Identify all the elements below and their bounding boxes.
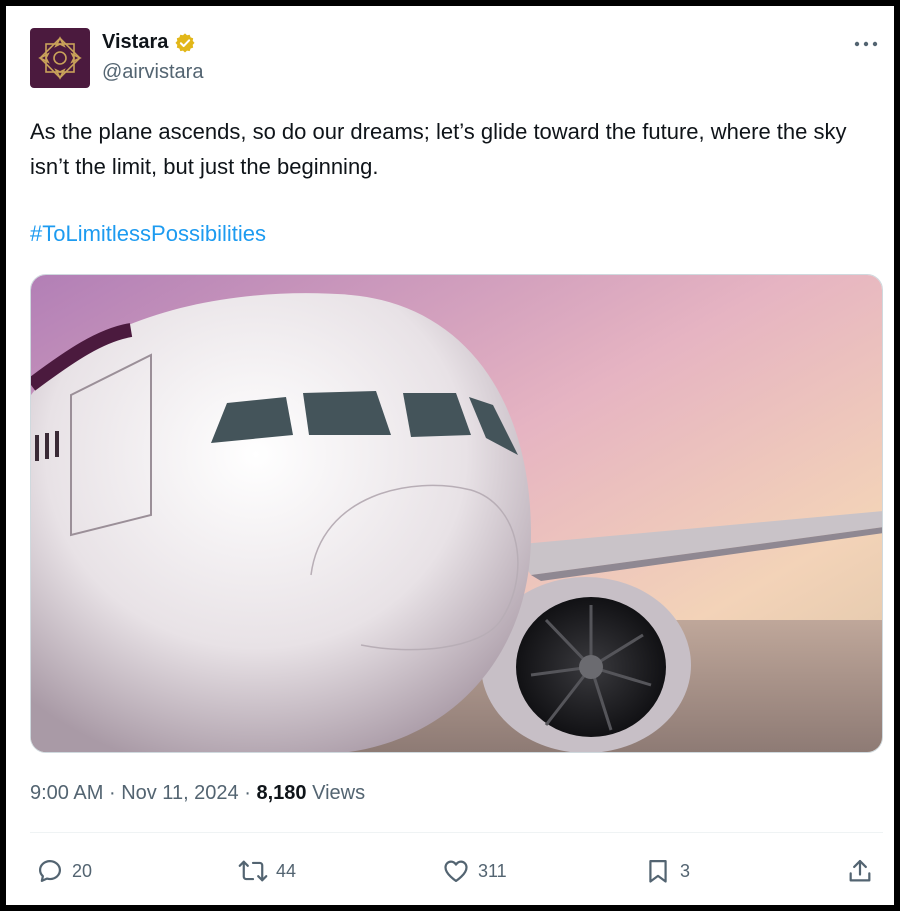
share-icon bbox=[849, 859, 871, 882]
like-count: 311 bbox=[478, 860, 507, 881]
reply-icon bbox=[38, 859, 62, 883]
reply-count: 20 bbox=[72, 860, 93, 881]
post-meta: 9:00 AM · Nov 11, 2024 · 8,180 Views bbox=[30, 782, 365, 805]
hashtag-link[interactable]: #ToLimitlessPossibilities bbox=[30, 221, 266, 247]
bookmark-icon bbox=[649, 859, 667, 883]
meta-separator: · bbox=[108, 782, 116, 804]
tweet-card: Vistara @airvistara As the plane ascends… bbox=[6, 6, 894, 905]
post-text: As the plane ascends, so do our dreams; … bbox=[30, 119, 847, 179]
post-date[interactable]: Nov 11, 2024 bbox=[121, 782, 239, 804]
reply-button[interactable]: 20 bbox=[36, 851, 92, 891]
author-handle[interactable]: @airvistara bbox=[102, 61, 203, 84]
share-button[interactable] bbox=[846, 851, 874, 891]
vistara-logo-icon bbox=[38, 36, 82, 80]
repost-count: 44 bbox=[276, 860, 297, 881]
views-count: 8,180 bbox=[256, 782, 307, 804]
post-image[interactable] bbox=[30, 274, 883, 753]
meta-separator: · bbox=[244, 782, 251, 804]
bookmark-count: 3 bbox=[680, 860, 691, 881]
author-name-row[interactable]: Vistara bbox=[102, 31, 196, 54]
post-time[interactable]: 9:00 AM bbox=[30, 782, 103, 804]
heart-icon bbox=[444, 860, 468, 883]
bookmark-button[interactable]: 3 bbox=[644, 851, 690, 891]
divider bbox=[30, 832, 883, 833]
repost-button[interactable]: 44 bbox=[238, 851, 296, 891]
author-name[interactable]: Vistara bbox=[102, 31, 168, 54]
airplane-photo bbox=[31, 275, 882, 752]
verified-badge-icon bbox=[175, 32, 195, 52]
repost-icon bbox=[238, 860, 268, 882]
like-button[interactable]: 311 bbox=[442, 851, 507, 891]
action-bar: 20 44 311 3 bbox=[6, 851, 894, 891]
more-dots-icon bbox=[854, 41, 878, 47]
avatar[interactable] bbox=[30, 28, 90, 88]
views-label: Views bbox=[312, 782, 366, 804]
more-options-button[interactable] bbox=[852, 32, 880, 56]
